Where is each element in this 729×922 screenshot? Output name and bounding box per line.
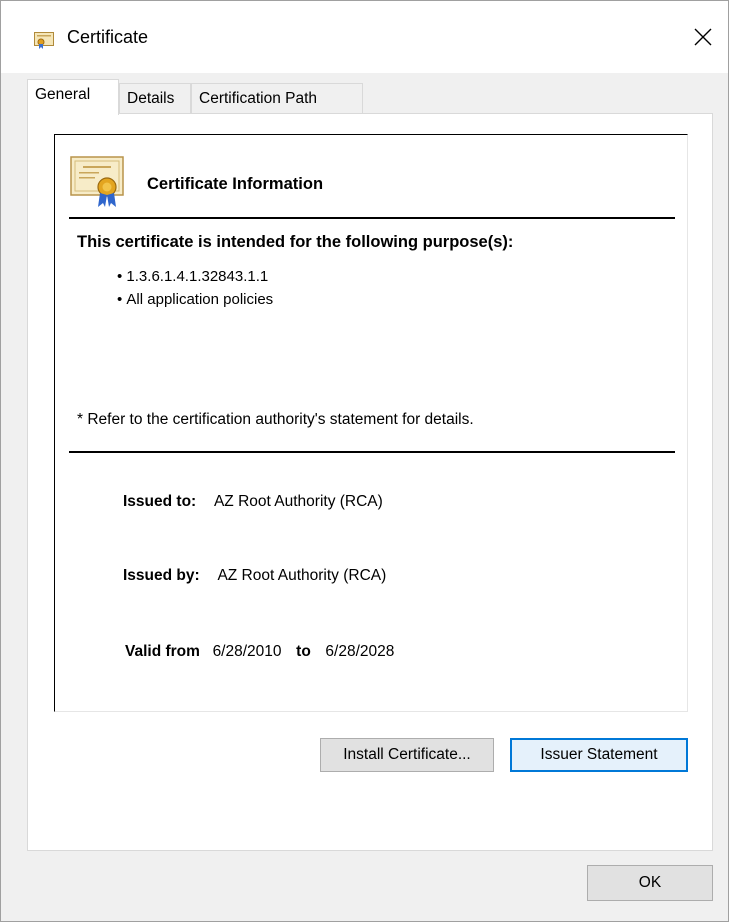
issued-by-value: AZ Root Authority (RCA) [217,567,387,584]
certificate-info-box: Certificate Information This certificate… [54,134,688,712]
valid-from-label: Valid from [125,643,200,660]
certificate-icon [34,31,54,49]
valid-from-value: 6/28/2010 [212,643,282,660]
divider [69,217,675,219]
issued-to-value: AZ Root Authority (RCA) [213,493,383,510]
valid-to-value: 6/28/2028 [325,643,395,660]
validity-row: Valid from 6/28/2010 to 6/28/2028 [125,643,394,661]
ok-button[interactable]: OK [587,865,713,901]
window-title: Certificate [67,27,149,47]
close-button[interactable] [681,19,725,59]
authority-note: * Refer to the certification authority's… [77,411,474,428]
valid-to-label: to [296,643,311,660]
tab-general-label: General [35,86,91,103]
install-certificate-button[interactable]: Install Certificate... [320,738,494,772]
issued-by-label: Issued by: [123,567,200,584]
issued-by-row: Issued by: AZ Root Authority (RCA) [123,567,386,585]
tab-certification-path-label: Certification Path [199,90,318,107]
list-item: All application policies [117,288,273,311]
close-icon [694,28,712,51]
purpose-list: 1.3.6.1.4.1.32843.1.1 All application po… [117,265,273,311]
general-tab-panel: Certificate Information This certificate… [27,113,713,851]
purpose-heading: This certificate is intended for the fol… [77,233,514,251]
info-title: Certificate Information [147,175,324,193]
divider [69,451,675,453]
title-bar: Certificate [1,1,728,73]
issued-to-label: Issued to: [123,493,197,510]
list-item: 1.3.6.1.4.1.32843.1.1 [117,265,273,288]
issuer-statement-button[interactable]: Issuer Statement [510,738,688,772]
tab-details-label: Details [127,90,175,107]
issued-to-row: Issued to: AZ Root Authority (RCA) [123,493,383,511]
tab-general[interactable]: General [27,79,119,115]
certificate-dialog: Certificate General Details Certificatio… [0,0,729,922]
tab-certification-path[interactable]: Certification Path [191,83,363,114]
tab-details[interactable]: Details [119,83,191,114]
certificate-icon [69,153,125,209]
